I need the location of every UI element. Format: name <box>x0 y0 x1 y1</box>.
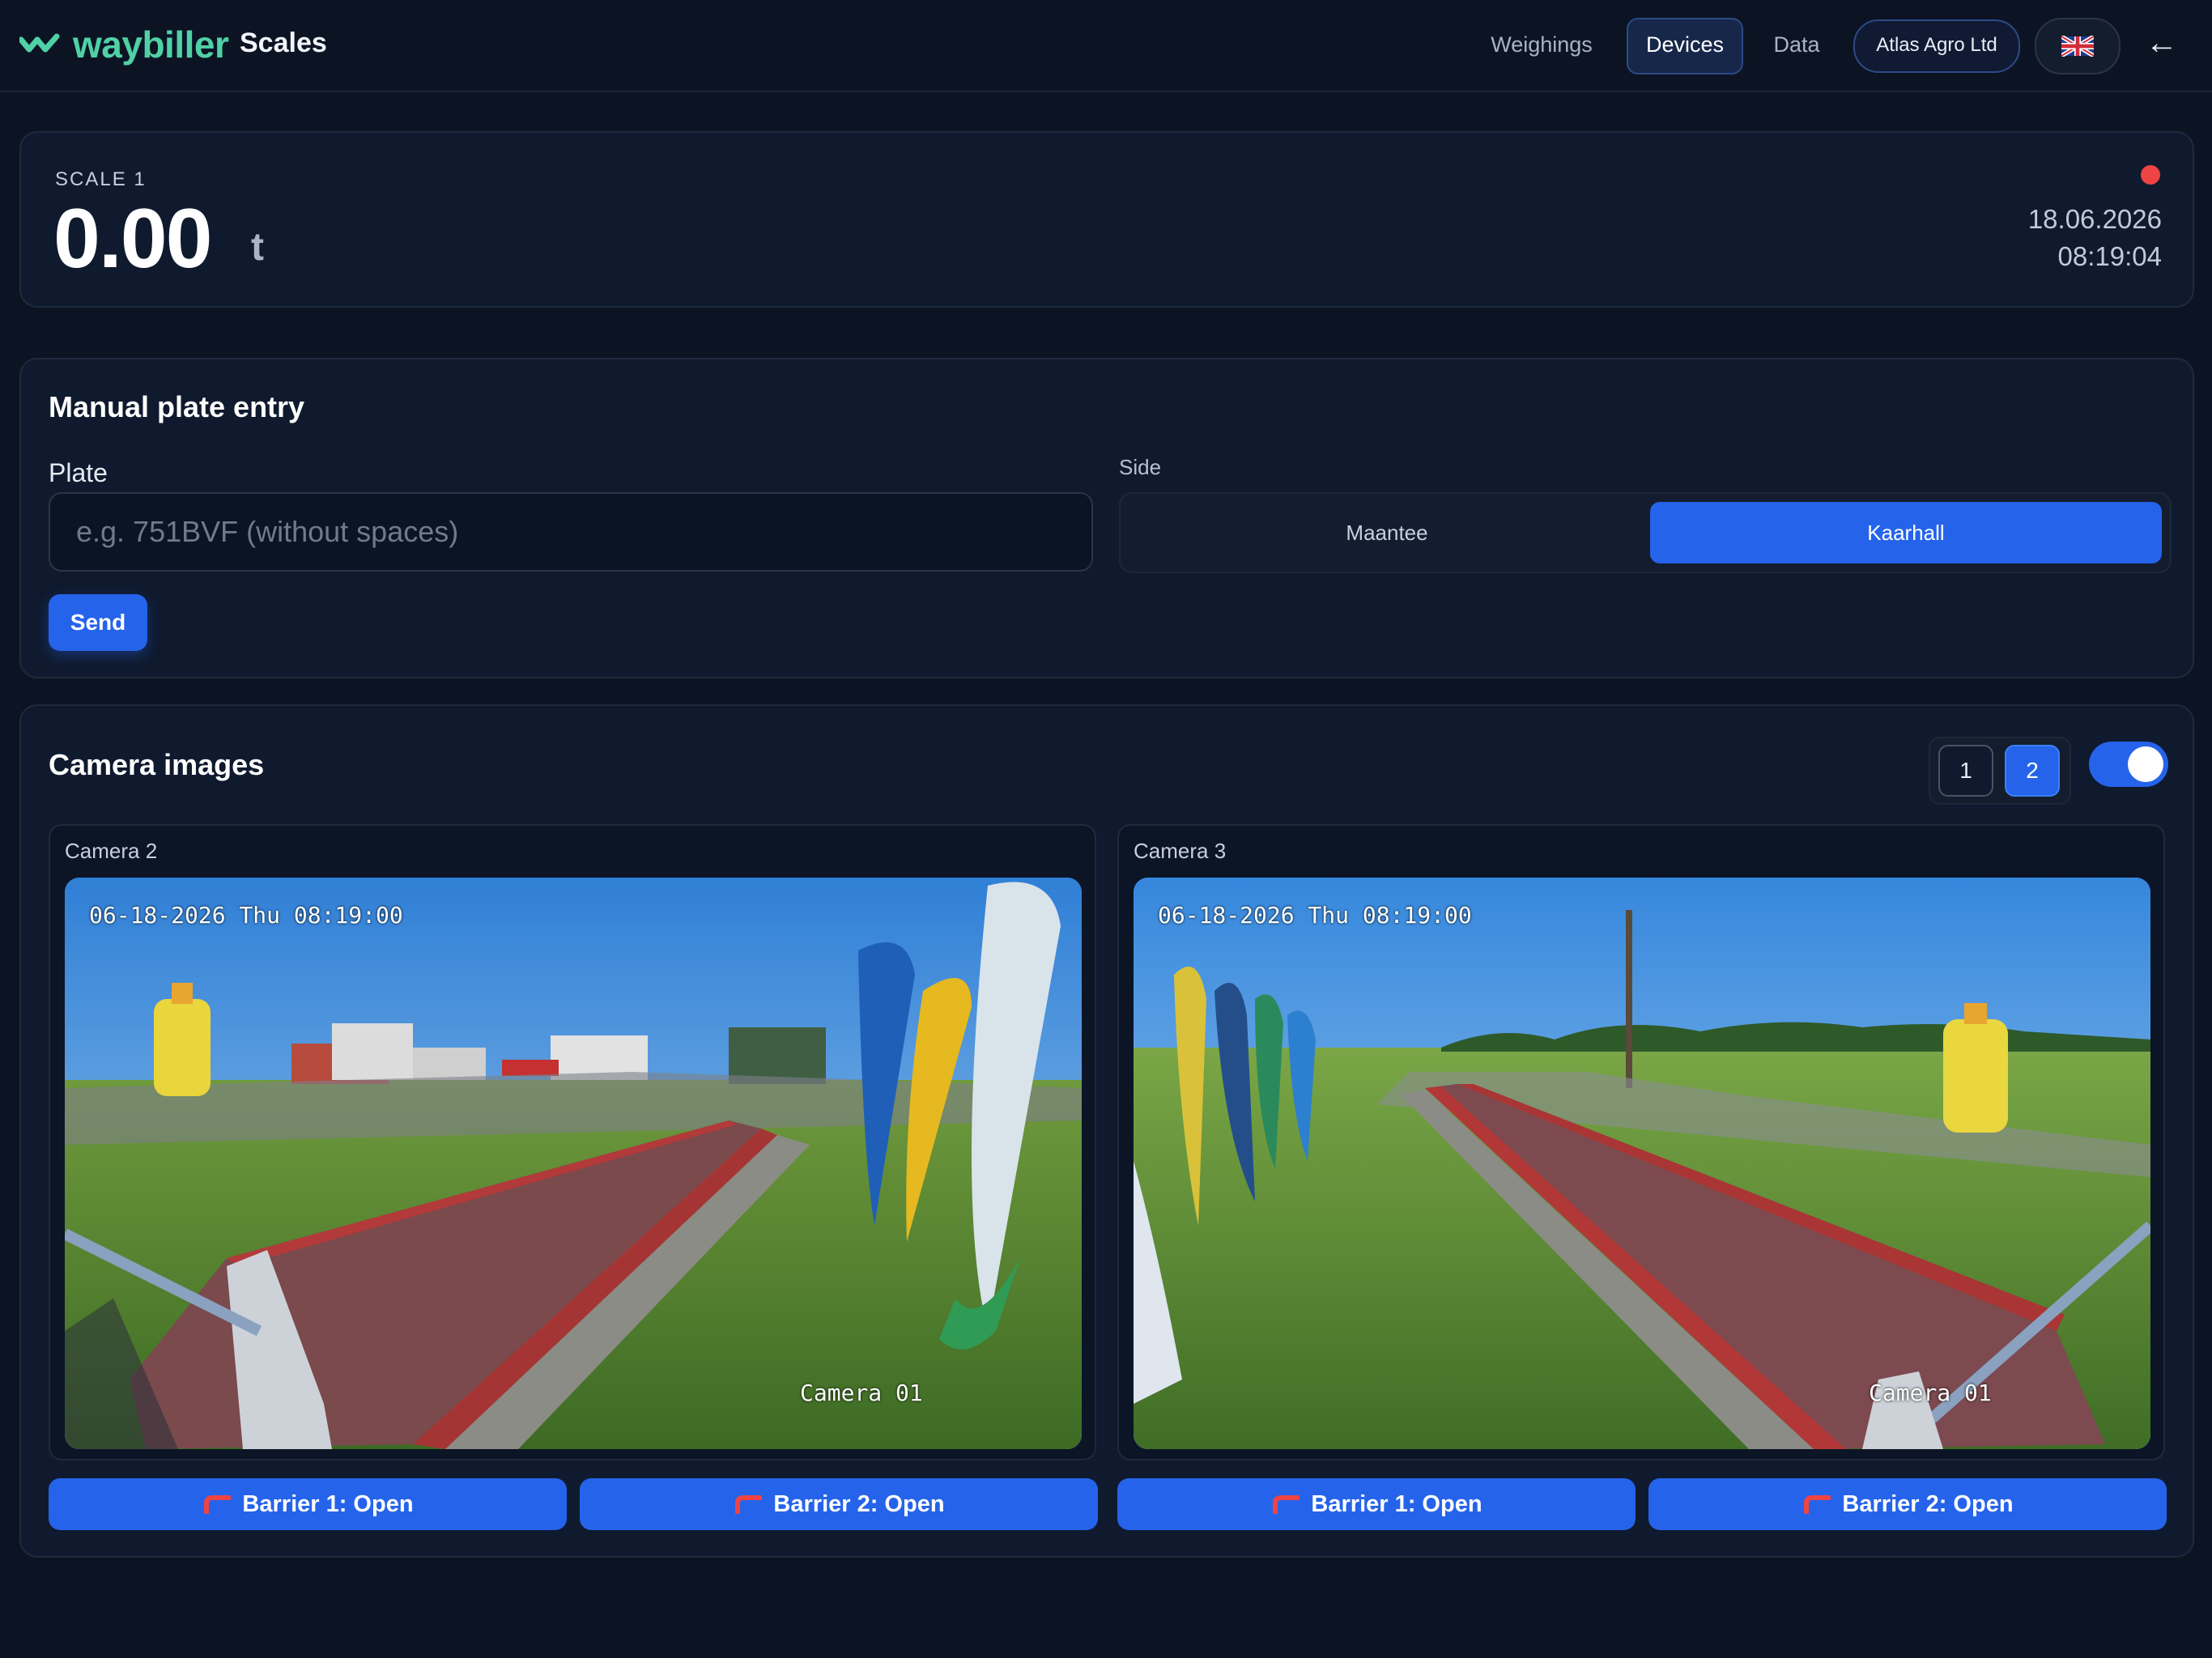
barrier-button-label: Barrier 1: Open <box>242 1490 414 1517</box>
camera-count-1[interactable]: 1 <box>1938 745 1993 797</box>
scale-timestamp: 18.06.2026 08:19:04 <box>2028 201 2162 275</box>
side-selector: Maantee Kaarhall <box>1119 492 2172 573</box>
barrier-1-open-button[interactable]: Barrier 1: Open <box>49 1478 567 1530</box>
organization-selector[interactable]: Atlas Agro Ltd <box>1853 19 2020 73</box>
barrier-2-open-button[interactable]: Barrier 2: Open <box>580 1478 1098 1530</box>
barrier-icon <box>1273 1495 1300 1514</box>
top-bar: waybiller Scales Weighings Devices Data … <box>0 0 2212 92</box>
side-label: Side <box>1119 455 1162 479</box>
camera-timestamp-overlay: 06-18-2026 Thu 08:19:00 <box>89 902 403 929</box>
scale-card: SCALE 1 0.00 t 18.06.2026 08:19:04 <box>19 131 2194 308</box>
camera-scene-image <box>65 878 1082 1449</box>
camera-label: Camera 3 <box>1134 839 1227 863</box>
nav-data[interactable]: Data <box>1762 18 1831 71</box>
camera-label: Camera 2 <box>65 839 158 863</box>
camera-toggle[interactable] <box>2089 742 2168 787</box>
camera-images-card: Camera images 1 2 Camera 2 06-18-2026 Th… <box>19 704 2194 1558</box>
camera-panel-3: Camera 3 06-18-2026 Thu 08:19:00 Camera … <box>1117 824 2165 1460</box>
plate-label: Plate <box>49 458 108 487</box>
camera-name-overlay: Camera 01 <box>800 1380 923 1406</box>
barrier-1-open-button[interactable]: Barrier 1: Open <box>1117 1478 1636 1530</box>
scale-time: 08:19:04 <box>2057 241 2162 271</box>
camera-image: 06-18-2026 Thu 08:19:00 Camera 01 <box>65 878 1082 1449</box>
side-option-kaarhall[interactable]: Kaarhall <box>1650 502 2162 563</box>
barrier-icon <box>1804 1495 1831 1514</box>
language-button[interactable] <box>2035 18 2121 74</box>
barrier-icon <box>735 1495 763 1514</box>
plate-input[interactable] <box>49 492 1093 572</box>
barrier-button-label: Barrier 2: Open <box>773 1490 945 1517</box>
camera-image: 06-18-2026 Thu 08:19:00 Camera 01 <box>1134 878 2150 1449</box>
uk-flag-icon <box>2061 36 2094 57</box>
camera-scene-image <box>1134 878 2150 1449</box>
barrier-button-label: Barrier 1: Open <box>1311 1490 1482 1517</box>
barrier-button-label: Barrier 2: Open <box>1842 1490 2014 1517</box>
nav-devices[interactable]: Devices <box>1627 18 1743 74</box>
app-name: Scales <box>240 28 327 58</box>
camera-count-selector: 1 2 <box>1929 737 2071 805</box>
scale-weight-value: 0.00 <box>53 192 212 286</box>
barrier-icon <box>204 1495 232 1514</box>
manual-entry-title: Manual plate entry <box>49 390 305 423</box>
back-arrow-icon[interactable]: ← <box>2144 21 2180 65</box>
camera-panel-2: Camera 2 06-18-2026 Thu 08:19:00 Camera … <box>49 824 1096 1460</box>
nav-weighings[interactable]: Weighings <box>1474 18 1610 71</box>
camera-images-title: Camera images <box>49 748 265 781</box>
logo-text: waybiller <box>73 23 229 66</box>
manual-plate-entry-card: Manual plate entry Plate Send Side Maant… <box>19 358 2194 678</box>
camera-count-2[interactable]: 2 <box>2005 745 2060 797</box>
side-option-maantee[interactable]: Maantee <box>1130 502 1644 563</box>
scale-label: SCALE 1 <box>55 168 147 190</box>
barrier-2-open-button[interactable]: Barrier 2: Open <box>1648 1478 2167 1530</box>
scale-weight-unit: t <box>251 226 264 269</box>
status-indicator-icon <box>2141 165 2160 185</box>
scale-date: 18.06.2026 <box>2027 204 2162 234</box>
camera-name-overlay: Camera 01 <box>1869 1380 1992 1406</box>
logo[interactable]: waybiller <box>19 19 229 70</box>
toggle-knob <box>2128 746 2163 782</box>
waybiller-logo-icon <box>19 33 60 53</box>
camera-timestamp-overlay: 06-18-2026 Thu 08:19:00 <box>1158 902 1472 929</box>
send-button[interactable]: Send <box>49 594 147 651</box>
